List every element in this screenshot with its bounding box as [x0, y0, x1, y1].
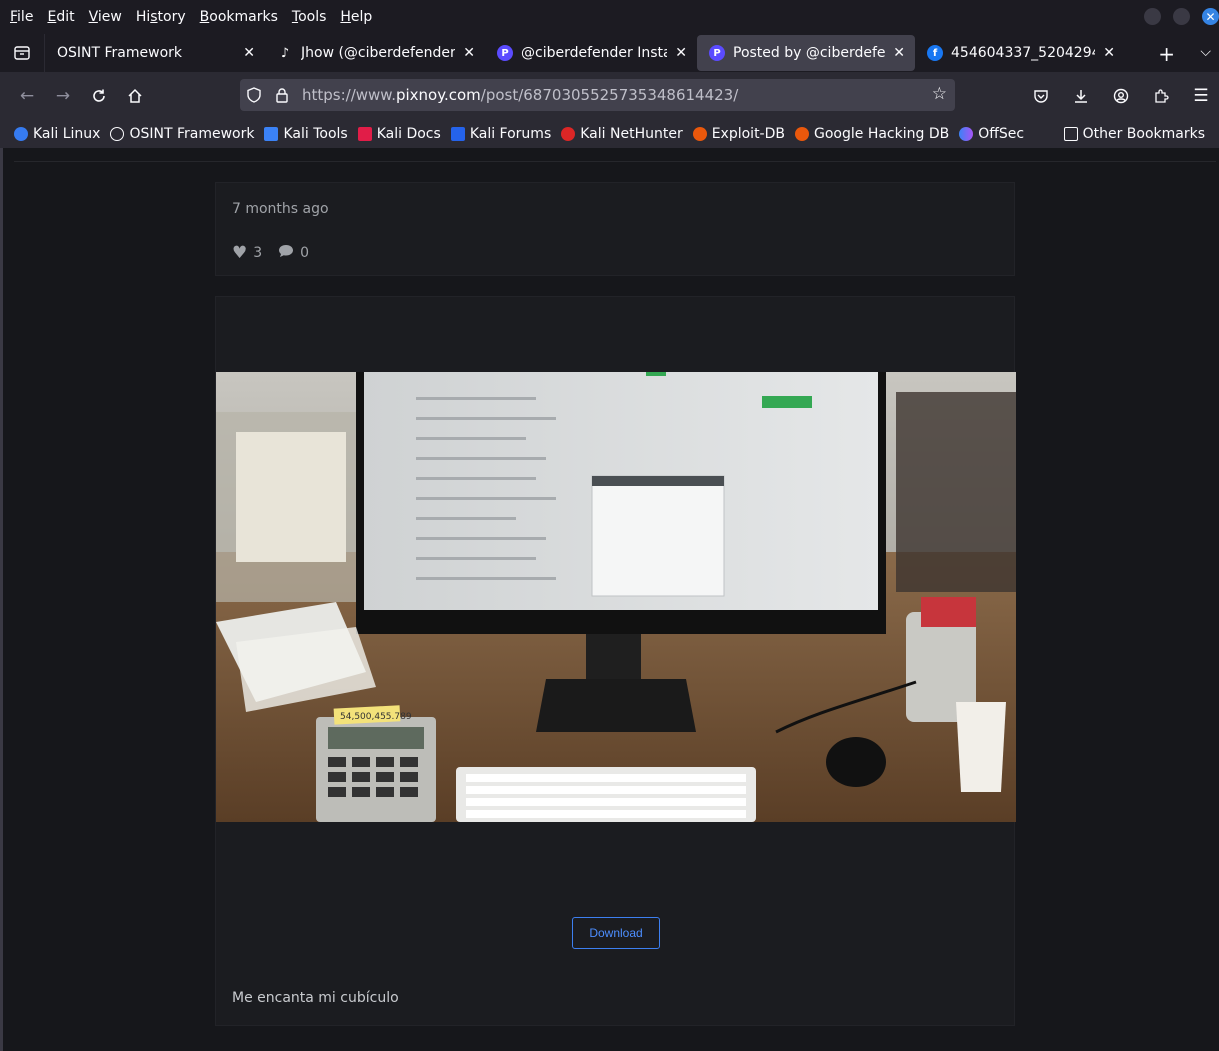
globe-icon: [110, 127, 125, 141]
folder-icon: [1063, 127, 1078, 141]
downloads-icon[interactable]: [1063, 78, 1099, 114]
close-tab-icon[interactable]: ✕: [463, 45, 475, 61]
tab-facebook[interactable]: f 454604337_520429403 ✕: [915, 35, 1125, 71]
app-menu-icon[interactable]: ☰: [1183, 78, 1219, 114]
facebook-icon: f: [927, 45, 943, 61]
reload-icon: [93, 89, 105, 102]
minimize-button[interactable]: [1144, 8, 1161, 25]
kali-tools-icon: [264, 127, 279, 141]
bookmark-kali-tools[interactable]: Kali Tools: [264, 126, 348, 142]
close-tab-icon[interactable]: ✕: [893, 45, 905, 61]
kali-forums-icon: [450, 127, 465, 141]
bookmark-kali-linux[interactable]: Kali Linux: [14, 126, 100, 142]
tab-label: Posted by @ciberdefend: [733, 45, 886, 61]
post-time: 7 months ago: [232, 201, 329, 217]
bookmark-exploit-db[interactable]: Exploit-DB: [692, 126, 785, 142]
extensions-icon[interactable]: [1143, 78, 1179, 114]
calculator-note-text: 54,500,455.789: [340, 712, 412, 722]
desk-computer-photo: 54,500,455.789: [216, 372, 1016, 822]
tab-label: Jhow (@ciberdefender) |: [301, 45, 456, 61]
pocket-icon[interactable]: [1023, 78, 1059, 114]
home-button[interactable]: [117, 78, 153, 114]
window-left-edge: [0, 148, 3, 1051]
account-icon[interactable]: [1103, 78, 1139, 114]
url-bar[interactable]: https://www.pixnoy.com/post/687030552573…: [240, 79, 955, 111]
close-window-button[interactable]: ✕: [1202, 8, 1219, 25]
shield-icon[interactable]: [240, 87, 268, 103]
download-button[interactable]: Download: [572, 917, 660, 949]
post-photo[interactable]: 54,500,455.789: [216, 372, 1016, 822]
tab-label: @ciberdefender Instagra: [521, 45, 667, 61]
forward-button[interactable]: →: [45, 78, 81, 114]
navigation-toolbar: ← → https://www.pixnoy.com/post/68703055…: [0, 72, 1219, 120]
bookmark-kali-docs[interactable]: Kali Docs: [357, 126, 441, 142]
like-count: 3: [253, 245, 263, 261]
heart-icon[interactable]: ♥: [232, 243, 247, 263]
bookmark-kali-nethunter[interactable]: Kali NetHunter: [561, 126, 683, 142]
nethunter-icon: [561, 127, 576, 141]
url-text: https://www.pixnoy.com/post/687030552573…: [302, 86, 739, 104]
menu-tools[interactable]: Tools: [292, 9, 327, 25]
kali-dragon-icon: [14, 127, 28, 141]
pixnoy-icon: P: [497, 45, 513, 61]
tab-label: 454604337_520429403: [951, 45, 1095, 61]
ghdb-icon: [795, 127, 809, 141]
new-tab-button[interactable]: +: [1158, 42, 1175, 66]
maximize-button[interactable]: [1173, 8, 1190, 25]
reload-button[interactable]: [81, 78, 117, 114]
list-all-tabs-icon[interactable]: ⌵: [1200, 44, 1211, 60]
menu-history[interactable]: History: [136, 9, 186, 25]
menu-bookmarks[interactable]: Bookmarks: [200, 9, 278, 25]
post-meta-card: 7 months ago ♥ 3 0: [215, 182, 1015, 276]
pixnoy-icon: P: [709, 45, 725, 61]
close-tab-icon[interactable]: ✕: [243, 45, 255, 61]
post-caption: Me encanta mi cubículo: [232, 990, 399, 1006]
bookmarks-toolbar: Kali Linux OSINT Framework Kali Tools Ka…: [0, 120, 1219, 148]
back-button[interactable]: ←: [9, 78, 45, 114]
tab-posted-by[interactable]: P Posted by @ciberdefend ✕: [697, 35, 915, 71]
menu-file[interactable]: File: [10, 9, 33, 25]
menu-help[interactable]: Help: [340, 9, 372, 25]
page-content: 7 months ago ♥ 3 0 54,500,455.789 Downlo…: [0, 148, 1219, 1051]
bookmark-kali-forums[interactable]: Kali Forums: [450, 126, 551, 142]
lock-icon[interactable]: [268, 87, 296, 103]
home-icon: [128, 88, 142, 103]
tiktok-icon: ♪: [280, 45, 290, 61]
offsec-icon: [959, 127, 974, 141]
tab-bar: OSINT Framework ✕ ♪ Jhow (@ciberdefender…: [0, 34, 1219, 72]
tab-instagram[interactable]: P @ciberdefender Instagra ✕: [485, 35, 697, 71]
menu-view[interactable]: View: [89, 9, 122, 25]
comment-count: 0: [300, 245, 310, 261]
tab-tiktok[interactable]: ♪ Jhow (@ciberdefender) | ✕: [265, 35, 485, 71]
other-bookmarks[interactable]: Other Bookmarks: [1063, 126, 1205, 142]
bookmark-google-hacking-db[interactable]: Google Hacking DB: [795, 126, 949, 142]
previous-card-edge: [14, 148, 1216, 162]
post-media-card: 54,500,455.789 Download Me encanta mi cu…: [215, 296, 1016, 1026]
close-tab-icon[interactable]: ✕: [1103, 45, 1115, 61]
close-tab-icon[interactable]: ✕: [675, 45, 687, 61]
firefox-view-icon[interactable]: [0, 34, 45, 72]
tab-label: OSINT Framework: [57, 45, 183, 61]
bookmark-star-icon[interactable]: ☆: [932, 84, 947, 104]
menu-edit[interactable]: Edit: [47, 9, 74, 25]
menu-bar: File Edit View History Bookmarks Tools H…: [0, 0, 1219, 34]
comment-icon[interactable]: [278, 244, 294, 262]
post-stats: ♥ 3 0: [232, 243, 309, 263]
tab-osint-framework[interactable]: OSINT Framework ✕: [45, 35, 265, 71]
exploit-db-icon: [692, 127, 707, 141]
kali-docs-icon: [357, 127, 372, 141]
bookmark-osint-framework[interactable]: OSINT Framework: [110, 126, 254, 142]
bookmark-offsec[interactable]: OffSec: [959, 126, 1024, 142]
